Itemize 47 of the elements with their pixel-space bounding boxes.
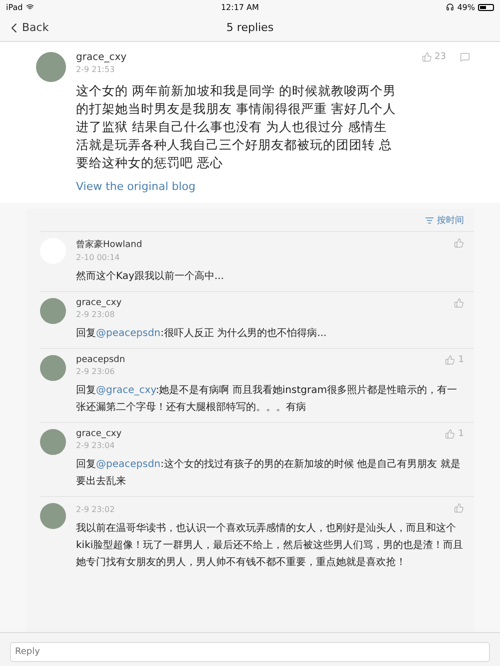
thumbs-up-icon[interactable] [454,503,464,513]
commenter-name: peacepsdn [76,355,126,365]
comment-text: 然而这个Kay跟我以前一个高中... [76,270,225,284]
commenter-name: grace_cxy [76,298,122,308]
comment-text: 回复@peacepsdn:这个女的找过有孩子的男的在新加坡的时候 他是自己有男朋友 就是要出去乱来 [76,458,462,489]
thumbs-up-icon[interactable] [445,355,456,365]
comment-text: 回复@peacepsdn:很吓人反正 为什么男的也不怕得病... [76,326,328,341]
clock: 12:17 AM [220,2,259,12]
mention-link[interactable]: @grace_cxy [96,385,156,396]
comment-icon[interactable] [460,52,470,62]
headphones-icon [446,3,454,11]
comment-time: 2-9 23:02 [76,505,115,514]
avatar-photo-placeholder [40,429,66,455]
commenter-name: 曾家豪Howland [76,238,142,251]
like-count: 1 [458,355,464,365]
post-time: 2-9 21:53 [76,65,116,74]
mention-link[interactable]: @peacepsdn [96,459,161,470]
page-title: 5 replies [226,21,274,34]
comment-time: 2-9 23:08 [76,310,116,319]
like-count: 23 [434,52,446,62]
comment-time: 2-10 00:14 [76,253,121,262]
wifi-icon [26,3,34,11]
avatar-photo-placeholder [40,355,66,381]
sort-icon[interactable] [425,216,434,225]
reply-field[interactable]: Reply [10,642,490,662]
back-button[interactable]: Back [6,20,49,36]
battery-icon [478,4,494,10]
thumbs-up-icon[interactable] [454,238,464,248]
comment-time: 2-9 23:04 [76,441,116,450]
comment-text: 回复@grace_cxy:她是不是有病啊 而且我看她instgram很多照片都是性暗示的，有一张还漏第二个字母！还有大腿根部特写的。。。有病 [76,384,458,415]
comment-text: 我以前在温哥华读书，也认识一个喜欢玩弄感情的女人，也刚好是汕头人，而且和这个kiki脸型超像！玩了一群男人，最后还不给上，然后被这些男人们骂，男的也是渣！而且她专门找有女朋友的男人，男人帅不有钱不都不重要，重点她就是喜欢抢！ [76,522,464,570]
device-name: iPad [6,2,23,12]
mention-link[interactable]: @peacepsdn [96,328,161,339]
avatar-photo-placeholder [36,52,66,82]
thumbs-up-icon[interactable] [422,52,432,62]
thumbs-up-icon[interactable] [445,429,456,439]
post-text: 这个女的 两年前新加坡和我是同学 的时候就教唆两个男的打架她当时男友是我朋友 事情闹得很严重 害好几个人进了监狱 结果自己什么事也没有 为人也很过分 感情生活就是玩弄各种人我自己三个好朋友都被玩的团团转 总要给这种女的惩罚吧 恶心 [76,82,396,172]
battery-percent: 49% [457,2,475,12]
comment-time: 2-9 23:06 [76,367,116,376]
author-name: grace_cxy [76,52,127,63]
commenter-name: grace_cxy [76,429,122,439]
sort-button[interactable]: 按时间 [425,214,464,227]
original-blog-link[interactable]: View the original blog [76,180,470,193]
thumbs-up-icon[interactable] [454,298,464,308]
like-count: 1 [458,429,464,439]
avatar-photo-placeholder [40,503,66,529]
avatar-photo-placeholder [40,298,66,324]
